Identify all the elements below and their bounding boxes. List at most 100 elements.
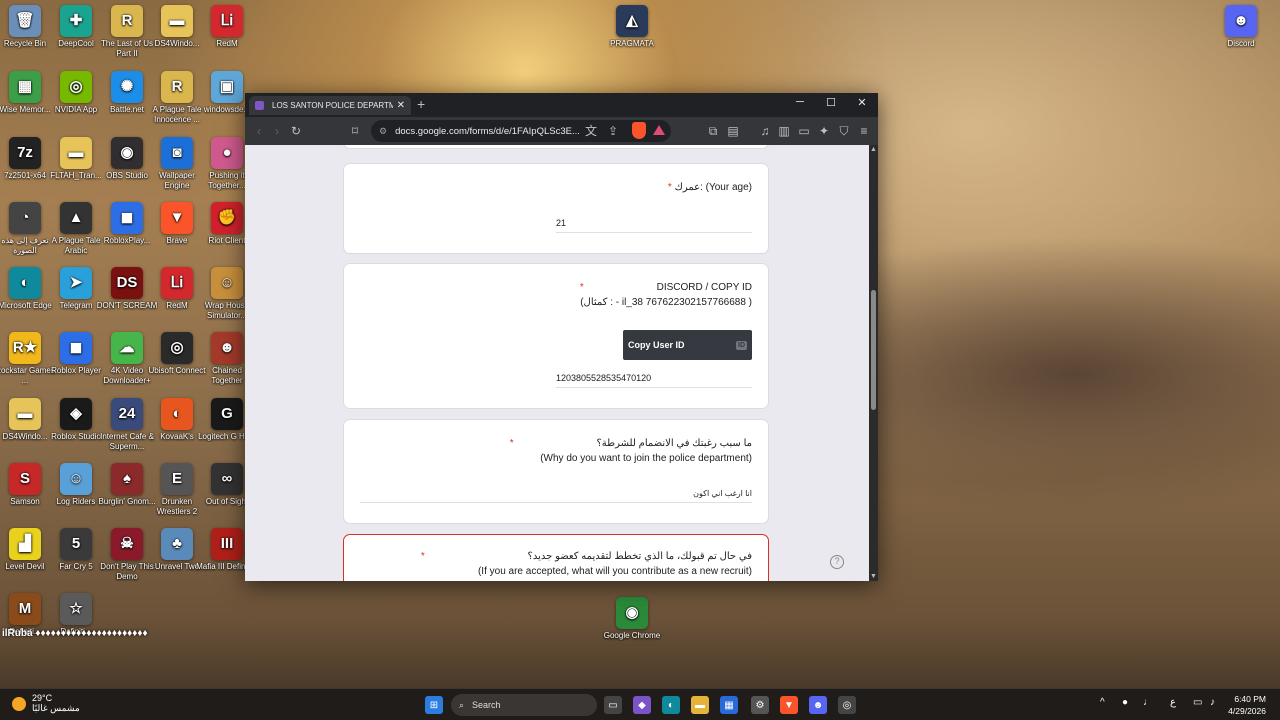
app-icon: G bbox=[211, 398, 243, 430]
app-icon: ◎ bbox=[161, 332, 193, 364]
app-icon: E bbox=[161, 463, 193, 495]
tab-close-icon[interactable]: ✕ bbox=[397, 100, 405, 111]
task-view-icon[interactable]: ▭ bbox=[604, 696, 622, 714]
maximize-button[interactable]: ☐ bbox=[822, 96, 840, 109]
app-icon: ◉ bbox=[111, 137, 143, 169]
app-icon: ☁ bbox=[111, 332, 143, 364]
question-reason-arabic: ما سبب رغبتك في الانضمام للشرطة؟ bbox=[596, 438, 752, 449]
clock[interactable]: 6:40 PM 4/29/2026 bbox=[1228, 693, 1266, 717]
app-icon: ◐ bbox=[9, 267, 41, 299]
weather-widget[interactable]: 29°C مشمس غالبًا bbox=[12, 693, 80, 714]
app-icon: ◭ bbox=[616, 5, 648, 37]
app-icon: ᏞᎥ bbox=[161, 267, 193, 299]
close-window-button[interactable]: ✕ bbox=[853, 96, 871, 109]
answer-discord-input[interactable]: 1203805528535470120 bbox=[556, 373, 752, 388]
app-icon: ☠ bbox=[111, 528, 143, 560]
app-icon: ☻ bbox=[1225, 5, 1257, 37]
desktop-icon-label: PRAGMATA bbox=[610, 39, 654, 48]
tray-chevron-icon[interactable]: ^ bbox=[1100, 697, 1105, 708]
weather-text: مشمس غالبًا bbox=[32, 703, 80, 713]
brave-shields-icon[interactable] bbox=[632, 122, 646, 139]
translate-icon[interactable]: 文 bbox=[583, 123, 599, 139]
steam-taskbar-icon[interactable]: ◎ bbox=[838, 696, 856, 714]
answer-age-input[interactable]: 21 bbox=[556, 218, 752, 233]
tray-app-icon[interactable]: ● bbox=[1122, 697, 1128, 708]
volume-icon[interactable]: ♪ bbox=[1210, 697, 1215, 708]
forward-icon[interactable]: › bbox=[269, 123, 285, 139]
app-icon: ▣ bbox=[211, 71, 243, 103]
app-icon: R★ bbox=[9, 332, 41, 364]
question-discord-line1: * DISCORD / COPY ID bbox=[580, 282, 752, 293]
menu-icon[interactable]: ≡ bbox=[856, 123, 872, 139]
file-explorer-icon[interactable]: ▬ bbox=[691, 696, 709, 714]
app-icon: S bbox=[9, 463, 41, 495]
leo-ai-icon[interactable]: ✦ bbox=[816, 123, 832, 139]
tab-search-icon[interactable]: ▤ bbox=[725, 123, 741, 139]
form-card-contribute: * في حال تم قبولك، ما الذي تخطط لتقديمه … bbox=[343, 534, 769, 581]
forms-icon bbox=[255, 101, 264, 110]
clock-date: 4/29/2026 bbox=[1228, 706, 1266, 716]
microphone-icon[interactable]: ♩ bbox=[1143, 697, 1153, 708]
widgets-icon[interactable]: ◆ bbox=[633, 696, 651, 714]
address-bar[interactable]: ⚙ docs.google.com/forms/d/e/1FAIpQLSc3E.… bbox=[371, 120, 671, 142]
brave-rewards-icon[interactable] bbox=[653, 125, 665, 135]
app-icon: ◙ bbox=[161, 137, 193, 169]
minimize-button[interactable]: ─ bbox=[791, 96, 809, 108]
media-icon[interactable]: ♫ bbox=[757, 123, 773, 139]
back-icon[interactable]: ‹ bbox=[251, 123, 267, 139]
sidebar-icon[interactable]: ▥ bbox=[776, 123, 792, 139]
desktop-icon-label: RedM bbox=[216, 39, 238, 48]
extensions-icon[interactable]: ⧉ bbox=[705, 123, 721, 139]
language-indicator[interactable]: ع bbox=[1170, 697, 1176, 708]
app-icon: ◈ bbox=[60, 398, 92, 430]
app-icon: ▼ bbox=[161, 202, 193, 234]
scrollbar-thumb[interactable] bbox=[871, 290, 876, 410]
required-mark: * bbox=[667, 182, 672, 193]
vpn-icon[interactable]: ⛉ bbox=[836, 123, 852, 139]
required-mark: * bbox=[420, 551, 425, 562]
question-age: * عمرك: (Your age) bbox=[668, 182, 752, 193]
desktop-icon[interactable]: ☻ Discord bbox=[1210, 5, 1272, 49]
desktop-icon-label: Google Chrome bbox=[603, 631, 661, 640]
page-scrollbar[interactable]: ▲ ▼ bbox=[869, 145, 878, 581]
app-icon: ▬ bbox=[161, 5, 193, 37]
brave-taskbar-icon[interactable]: ▼ bbox=[780, 696, 798, 714]
help-icon[interactable]: ? bbox=[830, 555, 844, 569]
share-icon[interactable]: ⇪ bbox=[605, 123, 621, 139]
desktop-icon[interactable]: ᏞᎥ RedM bbox=[196, 5, 258, 49]
settings-gear-icon[interactable]: ⚙ bbox=[751, 696, 769, 714]
start-windows-icon[interactable]: ⊞ bbox=[425, 696, 443, 714]
form-card-reason: * ما سبب رغبتك في الانضمام للشرطة؟ (Why … bbox=[343, 419, 769, 524]
scroll-down-icon[interactable]: ▼ bbox=[870, 573, 877, 580]
search-label: Search bbox=[472, 700, 501, 710]
new-tab-button[interactable]: + bbox=[417, 96, 425, 112]
url-text: docs.google.com/forms/d/e/1FAIpQLSc3E... bbox=[395, 125, 580, 137]
app-icon: ➤ bbox=[60, 267, 92, 299]
question-reason-line2: (Why do you want to join the police depa… bbox=[540, 453, 752, 464]
display-icon[interactable]: ▭ bbox=[1193, 697, 1202, 708]
app-icon: ▦ bbox=[9, 71, 41, 103]
site-info-icon[interactable]: ⚙ bbox=[379, 126, 387, 137]
question-contrib-line2: (If you are accepted, what will you cont… bbox=[477, 566, 752, 577]
edge-taskbar-icon[interactable]: ◐ bbox=[662, 696, 680, 714]
question-contrib-arabic: في حال تم قبولك، ما الذي تخطط لتقديمه كع… bbox=[527, 551, 752, 562]
scroll-up-icon[interactable]: ▲ bbox=[870, 146, 877, 153]
desktop-icon[interactable]: ◉ Google Chrome bbox=[601, 597, 663, 641]
question-discord-text: DISCORD / COPY ID bbox=[656, 282, 752, 293]
reload-icon[interactable]: ↻ bbox=[288, 123, 304, 139]
app-icon: M bbox=[9, 593, 41, 625]
bookmark-icon[interactable]: ⌑ bbox=[347, 123, 363, 139]
discord-taskbar-icon[interactable]: ☻ bbox=[809, 696, 827, 714]
desktop-icon[interactable]: ◭ PRAGMATA bbox=[601, 5, 663, 49]
store-icon[interactable]: ▦ bbox=[720, 696, 738, 714]
page-viewport: * عمرك: (Your age) 21 * DISCORD / COPY I… bbox=[245, 145, 869, 581]
taskbar-search[interactable]: ⌕ Search bbox=[451, 694, 597, 716]
tab-active[interactable]: LOS SANTON POLICE DEPARTMENT ✕ bbox=[249, 96, 411, 115]
app-icon: ☻ bbox=[211, 332, 243, 364]
form-card-prev bbox=[343, 145, 769, 149]
app-icon: ᏞᎥ bbox=[211, 5, 243, 37]
app-icon: ♠ bbox=[111, 463, 143, 495]
wallet-icon[interactable]: ▭ bbox=[796, 123, 812, 139]
app-icon: ▟ bbox=[9, 528, 41, 560]
answer-reason-input[interactable]: انا ارغب اني اكون bbox=[360, 489, 752, 503]
